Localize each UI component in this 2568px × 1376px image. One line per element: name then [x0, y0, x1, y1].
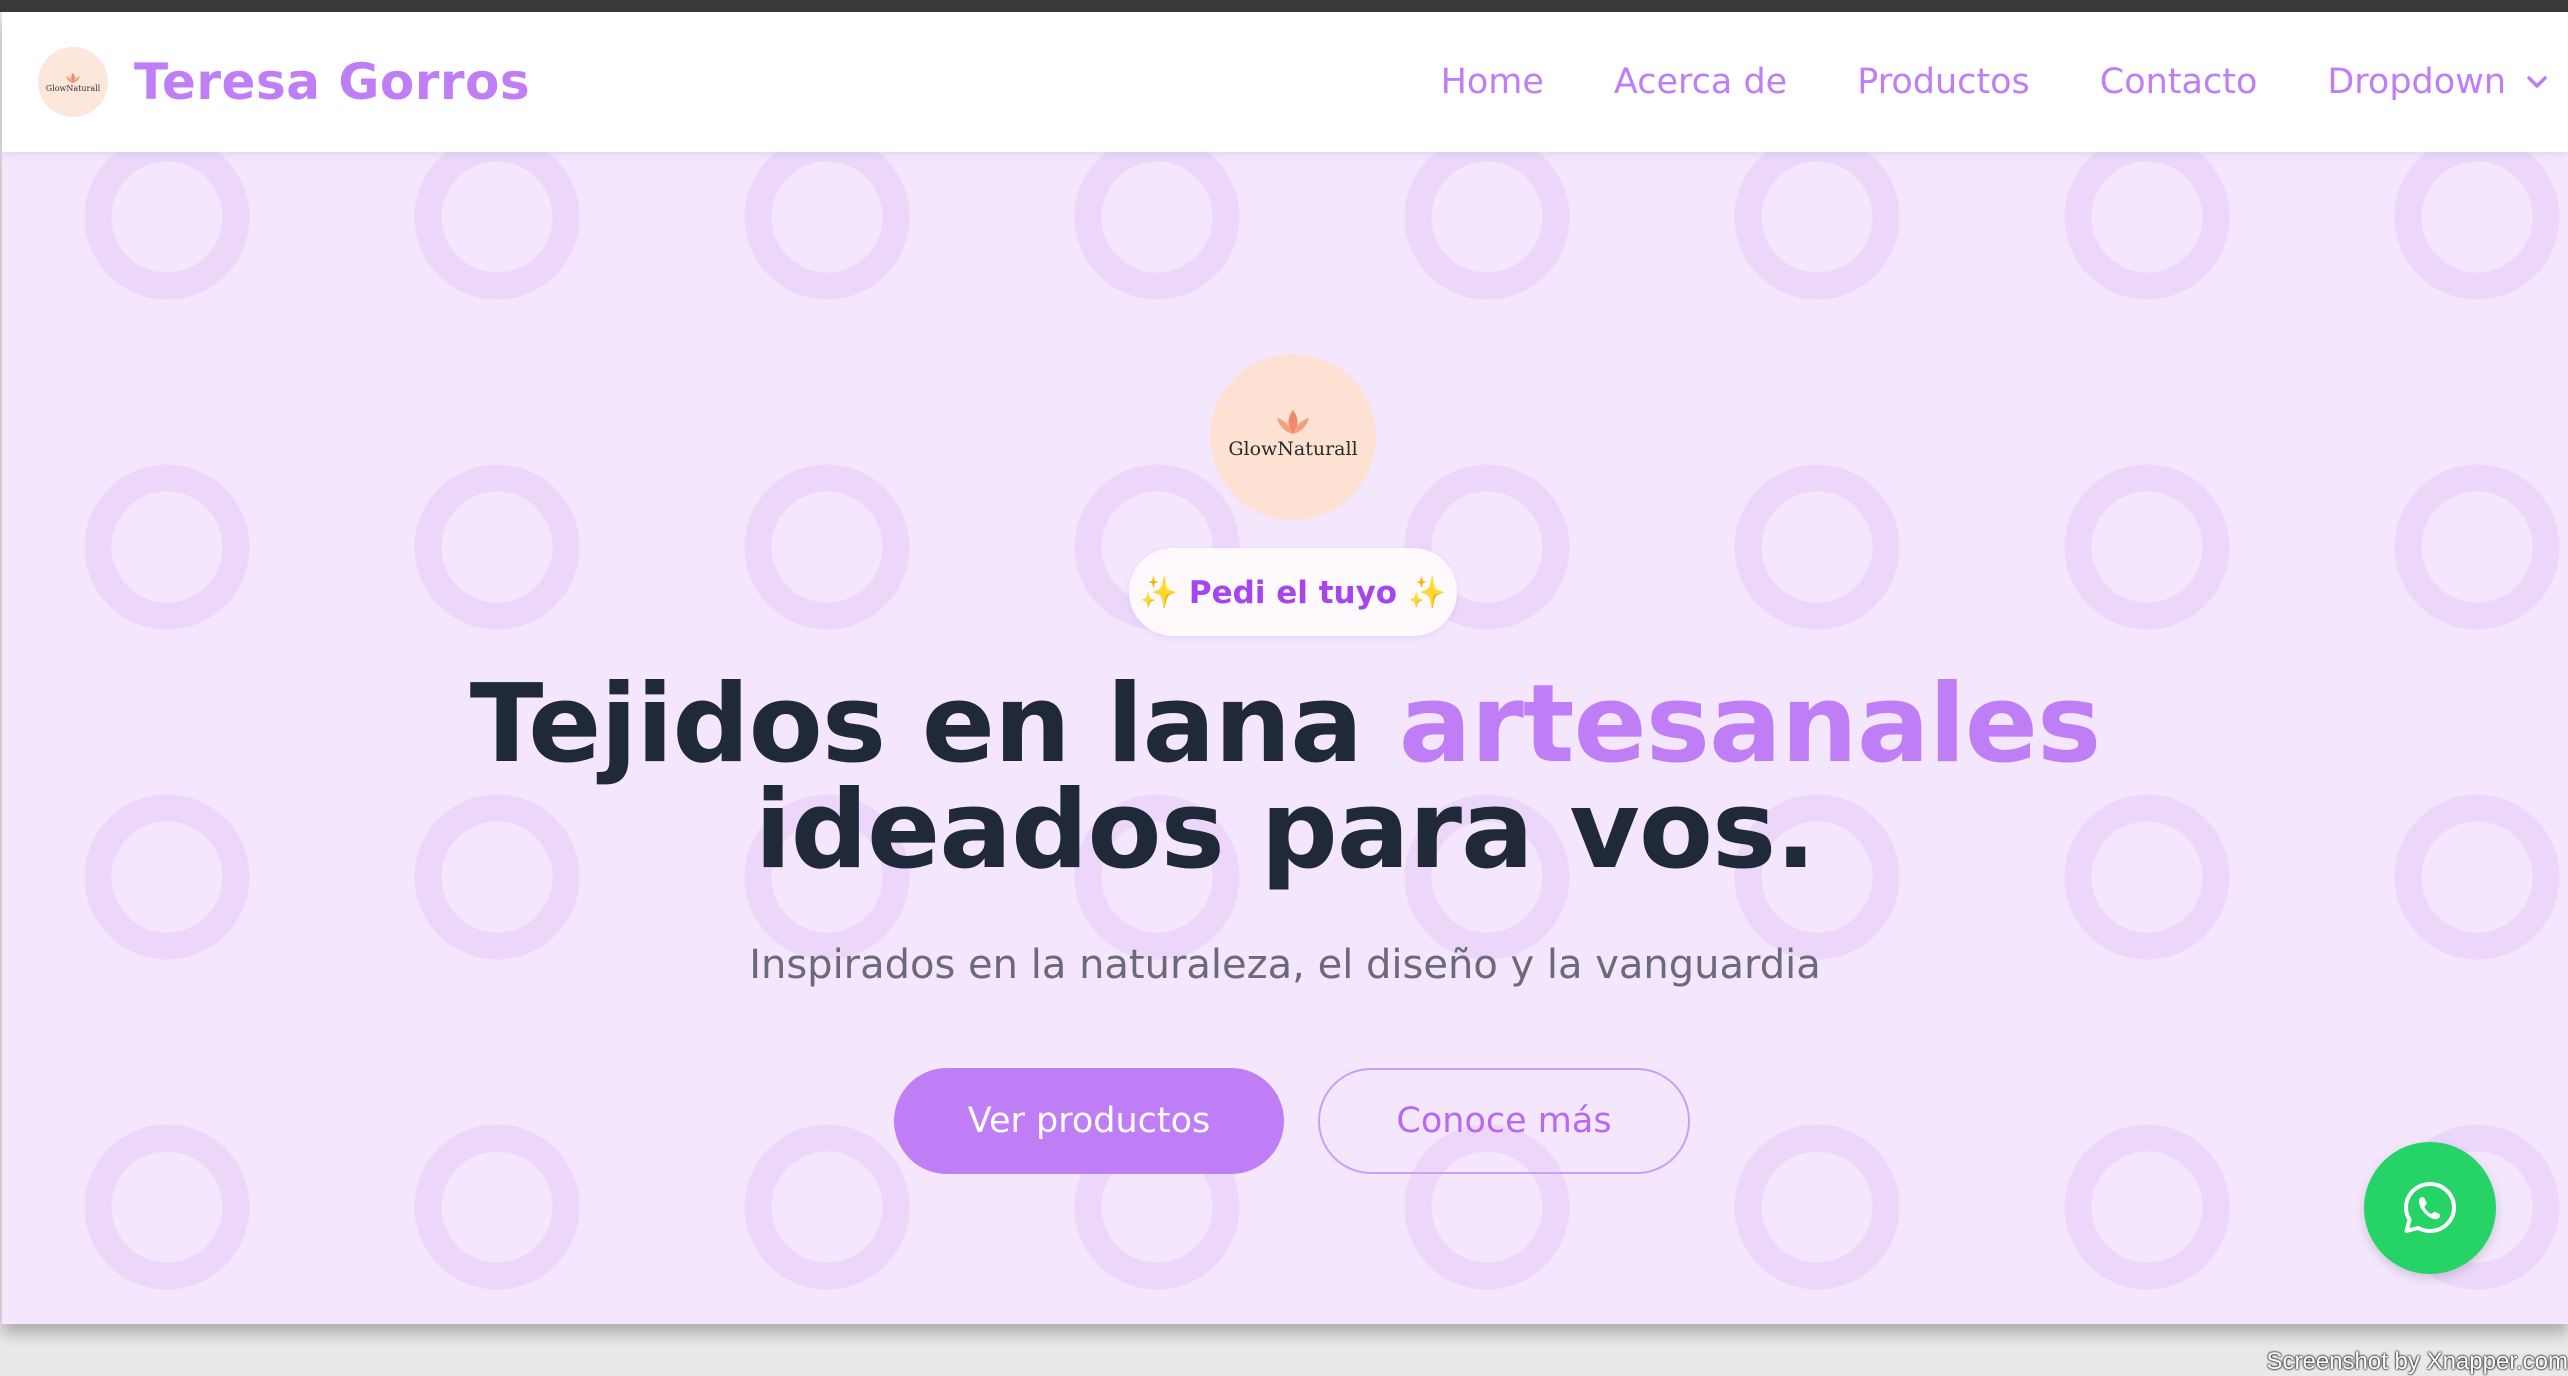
- whatsapp-icon: [2404, 1182, 2456, 1233]
- hero-section: GlowNaturall ✨ Pedi el tuyo ✨ Tejidos en…: [2, 152, 2568, 1324]
- hero-logo: GlowNaturall: [1210, 354, 1376, 520]
- headline-part2: ideados para vos.: [754, 768, 1817, 893]
- nav-dropdown[interactable]: Dropdown: [2327, 62, 2548, 102]
- brand-logo: GlowNaturall: [38, 47, 108, 117]
- lotus-icon: [1277, 410, 1309, 434]
- hero-headline: Tejidos en lana artesanales ideados para…: [2, 671, 2568, 885]
- hero-logo-text: GlowNaturall: [1228, 438, 1358, 460]
- learn-more-button[interactable]: Conoce más: [1318, 1068, 1690, 1174]
- chevron-down-icon: [2527, 76, 2547, 88]
- navbar: GlowNaturall Teresa Gorros Home Acerca d…: [2, 12, 2568, 152]
- view-products-button[interactable]: Ver productos: [894, 1068, 1284, 1174]
- nav-dropdown-label: Dropdown: [2327, 62, 2506, 102]
- browser-top-bar: [0, 0, 2568, 12]
- nav-home[interactable]: Home: [1441, 62, 1544, 102]
- whatsapp-button[interactable]: [2364, 1142, 2496, 1274]
- nav-products[interactable]: Productos: [1857, 62, 2030, 102]
- nav-links: Home Acerca de Productos Contacto Dropdo…: [1371, 12, 2548, 152]
- nav-contact[interactable]: Contacto: [2100, 62, 2258, 102]
- brand-logo-text: GlowNaturall: [45, 83, 101, 93]
- page: GlowNaturall Teresa Gorros Home Acerca d…: [2, 12, 2568, 1324]
- nav-about[interactable]: Acerca de: [1614, 62, 1787, 102]
- lotus-icon: [66, 72, 80, 83]
- promo-badge: ✨ Pedi el tuyo ✨: [1129, 548, 1457, 636]
- brand-name: Teresa Gorros: [134, 53, 531, 111]
- hero-subtitle: Inspirados en la naturaleza, el diseño y…: [749, 942, 1821, 988]
- watermark: Screenshot by Xnapper.com: [2266, 1348, 2568, 1375]
- brand-link[interactable]: GlowNaturall Teresa Gorros: [38, 47, 530, 117]
